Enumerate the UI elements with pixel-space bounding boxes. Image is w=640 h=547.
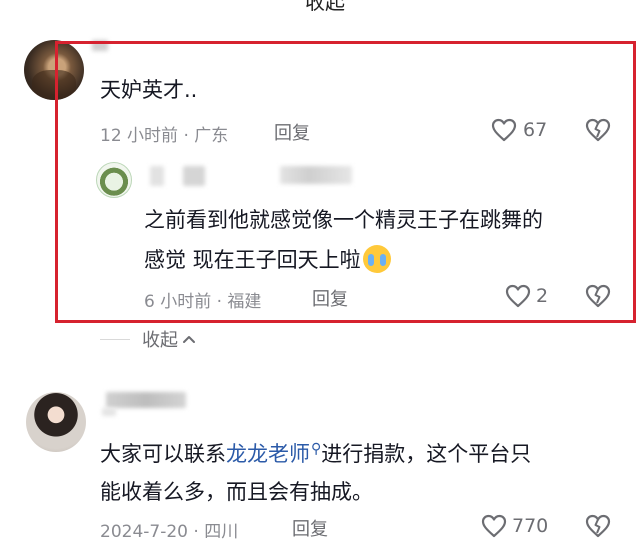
commenter-avatar[interactable]: [26, 392, 86, 452]
collapse-replies-button[interactable]: 收起: [100, 326, 196, 352]
comment-text-line: 能收着么多，而且会有抽成。: [100, 480, 373, 504]
collapse-label: 收起: [142, 330, 178, 351]
heart-outline-icon[interactable]: [481, 514, 507, 538]
chevron-up-icon: [182, 334, 196, 344]
like-count: 770: [512, 515, 549, 537]
blurred-username: [102, 408, 116, 416]
blurred-username: [106, 392, 186, 408]
divider-line: [100, 338, 130, 340]
comment-text-line: 大家可以联系龙龙老师⚲进行捐款，这个平台只: [100, 441, 532, 466]
broken-heart-icon[interactable]: [585, 514, 611, 538]
comment-text: 大家可以联系龙龙老师⚲进行捐款，这个平台只 能收着么多，而且会有抽成。: [100, 430, 620, 511]
highlight-frame: [55, 41, 636, 323]
reply-button[interactable]: 回复: [292, 515, 328, 541]
mention-link[interactable]: 龙龙老师: [226, 442, 310, 466]
comment-meta: 2024-7-20 · 四川: [100, 522, 239, 542]
top-cut-off-text: 收起: [305, 0, 345, 14]
search-icon[interactable]: ⚲: [311, 441, 321, 457]
